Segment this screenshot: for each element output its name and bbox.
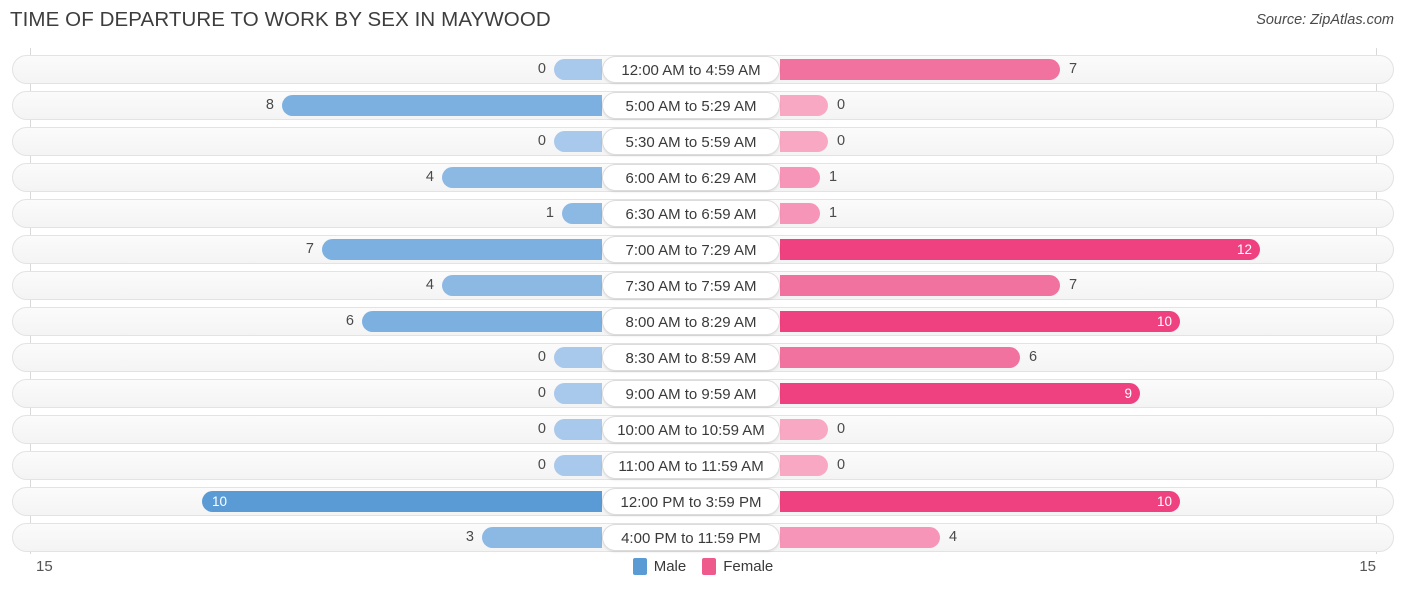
bar-male[interactable] (482, 527, 602, 548)
bar-male[interactable] (554, 131, 602, 152)
table-row[interactable]: 7 12 7:00 AM to 7:29 AM (12, 235, 1394, 264)
bar-value-male: 7 (305, 241, 314, 257)
bar-female[interactable] (780, 311, 1180, 332)
bar-male[interactable] (554, 347, 602, 368)
bar-value-male: 4 (425, 277, 434, 293)
table-row[interactable]: 0 0 5:30 AM to 5:59 AM (12, 127, 1394, 156)
category-label: 9:00 AM to 9:59 AM (602, 380, 780, 407)
bar-value-female: 10 (1156, 314, 1172, 329)
bar-male[interactable] (554, 419, 602, 440)
bar-value-male: 8 (265, 97, 274, 113)
source-attribution: Source: ZipAtlas.com (1256, 12, 1394, 28)
legend-item-female[interactable]: Female (702, 558, 773, 575)
bar-male[interactable] (554, 383, 602, 404)
legend-swatch-icon (702, 558, 717, 575)
bar-value-male: 6 (345, 313, 354, 329)
legend-label: Male (653, 558, 687, 575)
bar-value-female: 0 (837, 133, 846, 149)
bar-male[interactable] (554, 59, 602, 80)
category-label: 5:00 AM to 5:29 AM (602, 92, 780, 119)
bar-male[interactable] (362, 311, 602, 332)
bar-value-male: 4 (425, 169, 434, 185)
bar-female[interactable] (780, 275, 1060, 296)
bar-female[interactable] (780, 419, 828, 440)
bar-value-female: 7 (1069, 277, 1078, 293)
bar-value-female: 10 (1156, 494, 1172, 509)
table-row[interactable]: 1 1 6:30 AM to 6:59 AM (12, 199, 1394, 228)
bar-female[interactable] (780, 347, 1020, 368)
table-row[interactable]: 8 0 5:00 AM to 5:29 AM (12, 91, 1394, 120)
bar-female[interactable] (780, 491, 1180, 512)
legend-item-male[interactable]: Male (632, 558, 687, 575)
table-row[interactable]: 0 6 8:30 AM to 8:59 AM (12, 343, 1394, 372)
bar-female[interactable] (780, 203, 820, 224)
bar-female[interactable] (780, 455, 828, 476)
bar-female[interactable] (780, 527, 940, 548)
bar-value-female: 1 (829, 205, 838, 221)
bar-male[interactable] (442, 275, 602, 296)
bar-value-female: 1 (829, 169, 838, 185)
category-label: 12:00 PM to 3:59 PM (602, 488, 780, 515)
bar-value-female: 4 (949, 529, 958, 545)
bar-male[interactable] (322, 239, 602, 260)
legend-label: Female (723, 558, 774, 575)
chart-root: TIME OF DEPARTURE TO WORK BY SEX IN MAYW… (0, 0, 1406, 594)
bar-male[interactable] (562, 203, 602, 224)
category-label: 8:30 AM to 8:59 AM (602, 344, 780, 371)
bar-value-male: 0 (537, 421, 546, 437)
category-label: 12:00 AM to 4:59 AM (602, 56, 780, 83)
bar-value-male: 3 (465, 529, 474, 545)
bar-value-female: 0 (837, 97, 846, 113)
bar-value-male: 0 (537, 457, 546, 473)
bar-value-female: 12 (1236, 242, 1252, 257)
bar-male[interactable] (282, 95, 602, 116)
table-row[interactable]: 4 7 7:30 AM to 7:59 AM (12, 271, 1394, 300)
bar-female[interactable] (780, 59, 1060, 80)
category-label: 4:00 PM to 11:59 PM (602, 524, 780, 551)
bar-male[interactable] (442, 167, 602, 188)
bar-value-male: 10 (212, 494, 228, 509)
bar-value-male: 0 (537, 349, 546, 365)
category-label: 7:00 AM to 7:29 AM (602, 236, 780, 263)
bar-value-male: 1 (545, 205, 554, 221)
table-row[interactable]: 0 9 9:00 AM to 9:59 AM (12, 379, 1394, 408)
category-label: 8:00 AM to 8:29 AM (602, 308, 780, 335)
bar-female[interactable] (780, 131, 828, 152)
bar-value-female: 6 (1029, 349, 1038, 365)
table-row[interactable]: 4 1 6:00 AM to 6:29 AM (12, 163, 1394, 192)
bar-male[interactable] (202, 491, 602, 512)
bar-value-male: 0 (537, 61, 546, 77)
bar-value-female: 0 (837, 457, 846, 473)
table-row[interactable]: 0 7 12:00 AM to 4:59 AM (12, 55, 1394, 84)
bar-female[interactable] (780, 239, 1260, 260)
page-title: TIME OF DEPARTURE TO WORK BY SEX IN MAYW… (10, 8, 551, 31)
category-label: 10:00 AM to 10:59 AM (602, 416, 780, 443)
table-row[interactable]: 10 10 12:00 PM to 3:59 PM (12, 487, 1394, 516)
category-label: 6:00 AM to 6:29 AM (602, 164, 780, 191)
table-row[interactable]: 0 0 11:00 AM to 11:59 AM (12, 451, 1394, 480)
bar-male[interactable] (554, 455, 602, 476)
bar-female[interactable] (780, 167, 820, 188)
category-label: 7:30 AM to 7:59 AM (602, 272, 780, 299)
bar-value-male: 0 (537, 385, 546, 401)
bar-female[interactable] (780, 383, 1140, 404)
chart-legend: Male Female (0, 558, 1406, 575)
table-row[interactable]: 6 10 8:00 AM to 8:29 AM (12, 307, 1394, 336)
category-label: 11:00 AM to 11:59 AM (602, 452, 780, 479)
bar-female[interactable] (780, 95, 828, 116)
bar-value-female: 0 (837, 421, 846, 437)
table-row[interactable]: 3 4 4:00 PM to 11:59 PM (12, 523, 1394, 552)
table-row[interactable]: 0 0 10:00 AM to 10:59 AM (12, 415, 1394, 444)
category-label: 6:30 AM to 6:59 AM (602, 200, 780, 227)
bar-value-female: 9 (1124, 386, 1132, 401)
category-label: 5:30 AM to 5:59 AM (602, 128, 780, 155)
legend-swatch-icon (632, 558, 647, 575)
bar-value-female: 7 (1069, 61, 1078, 77)
bar-value-male: 0 (537, 133, 546, 149)
plot-area: 0 7 12:00 AM to 4:59 AM 8 0 5:00 AM to 5:29 A… (0, 48, 1406, 554)
